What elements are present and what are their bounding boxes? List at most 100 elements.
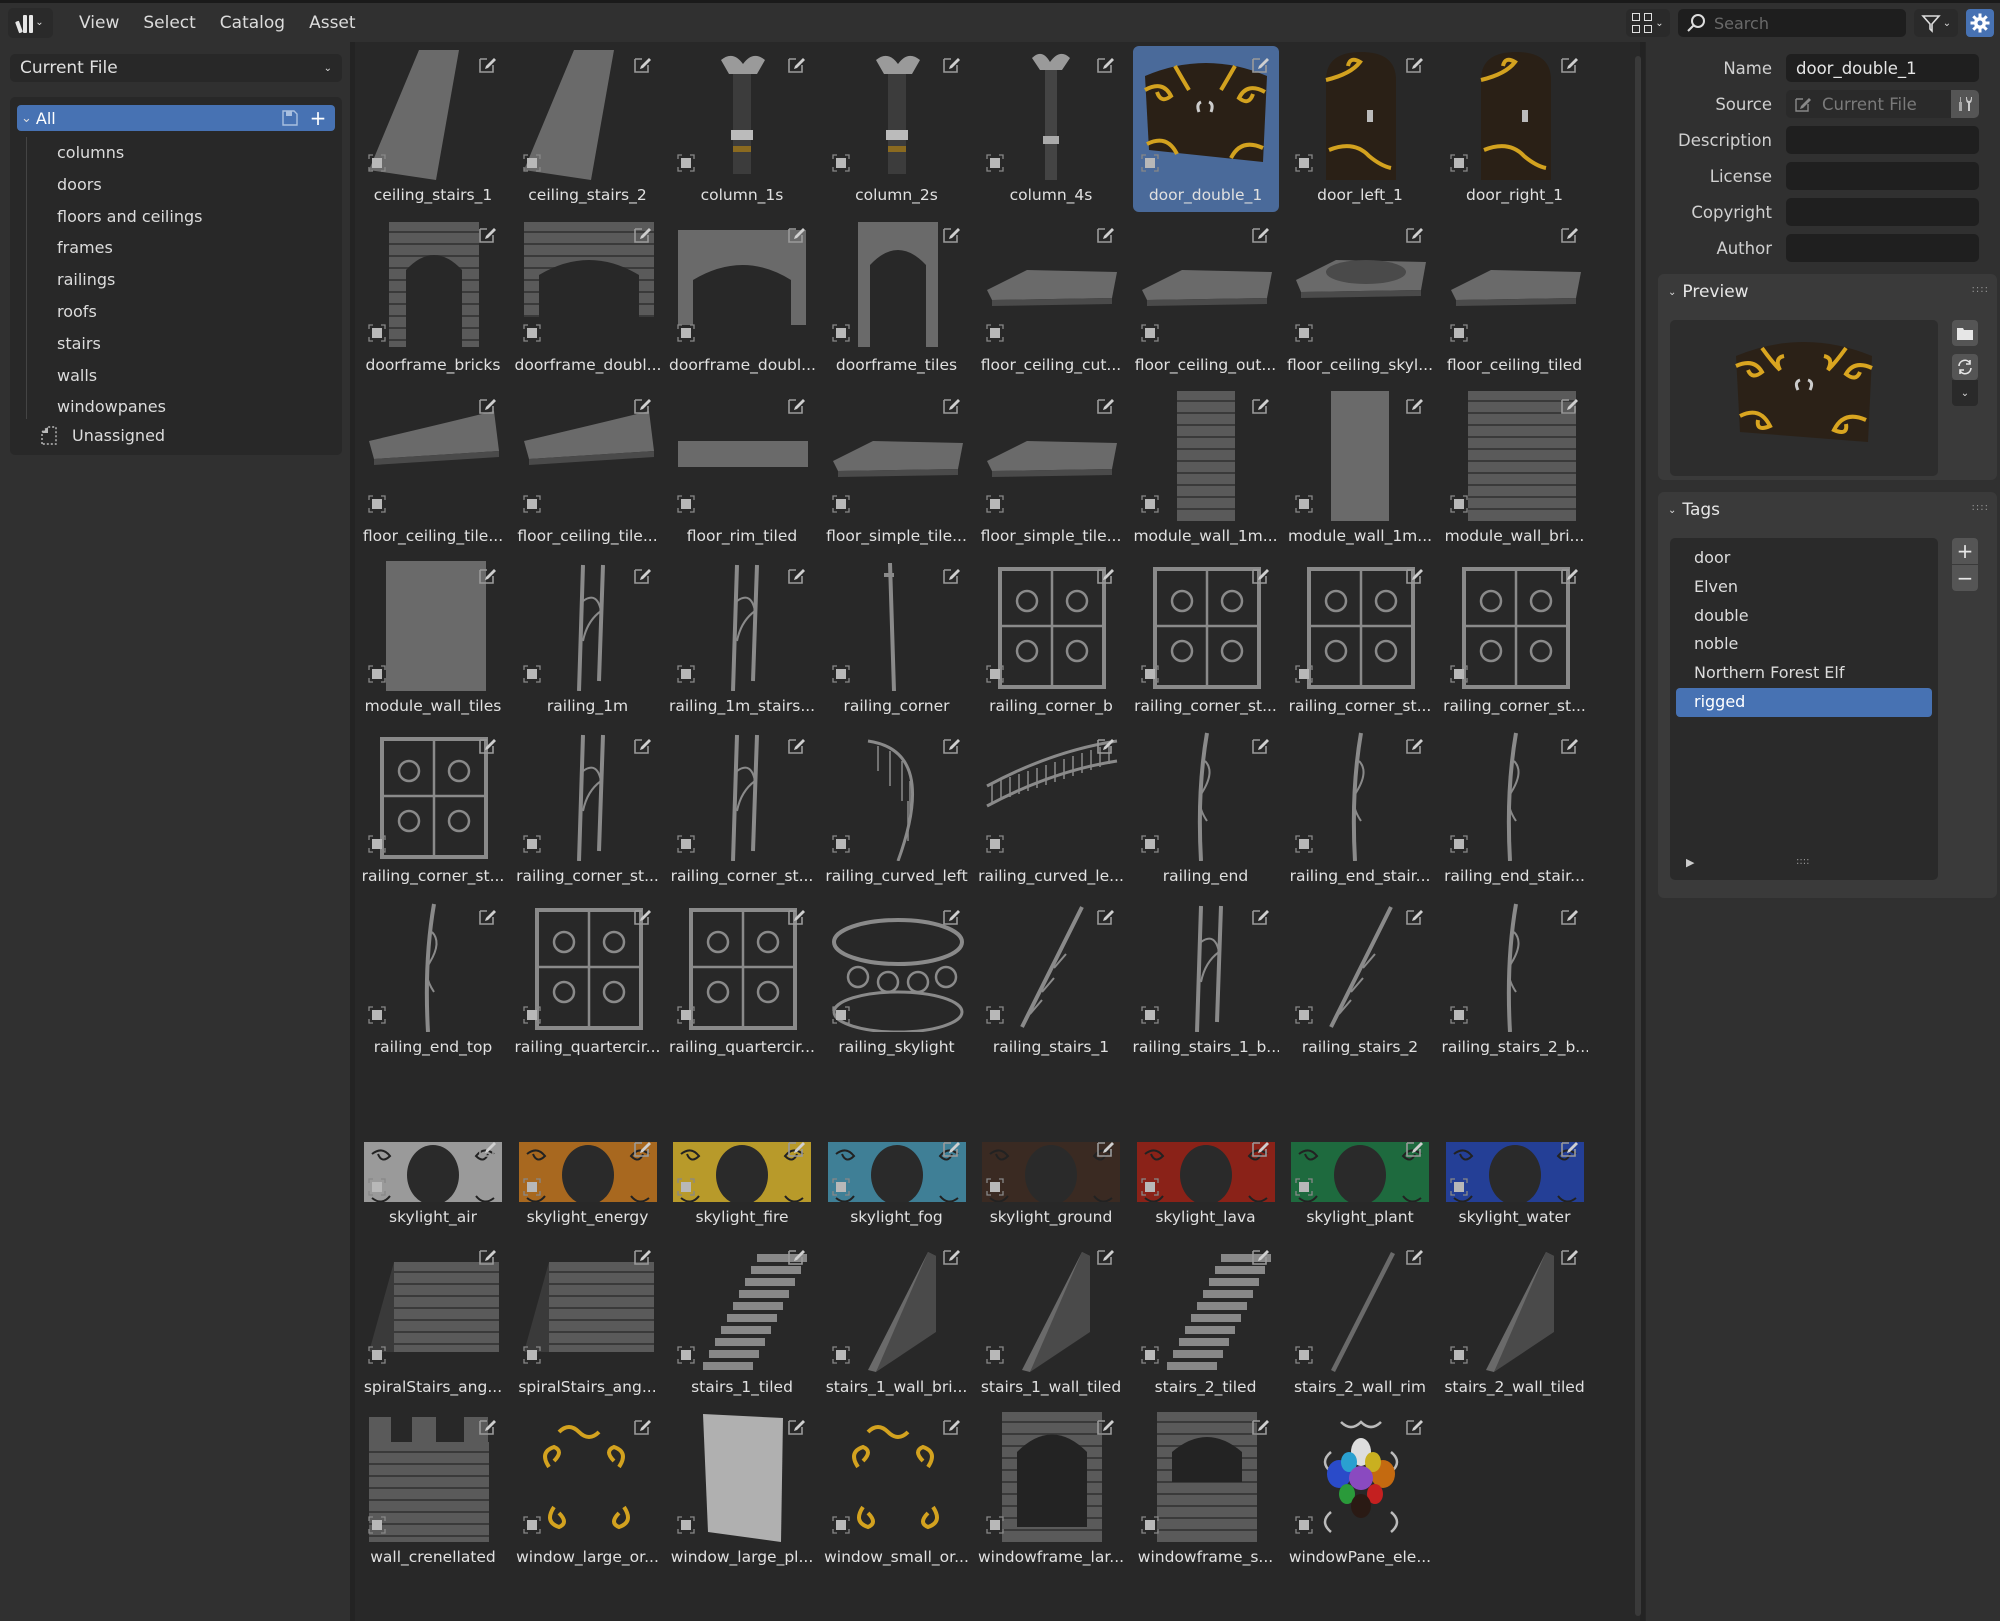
select-checkbox-icon[interactable] bbox=[677, 1178, 695, 1196]
asset-tile[interactable]: door_double_1 bbox=[1132, 46, 1279, 212]
select-checkbox-icon[interactable] bbox=[368, 1346, 386, 1364]
asset-tile[interactable]: railing_stairs_2 bbox=[1287, 898, 1433, 1064]
search-field[interactable] bbox=[1678, 9, 1906, 37]
asset-tile[interactable]: windowframe_lar... bbox=[978, 1408, 1124, 1574]
asset-tile[interactable]: floor_ceiling_cut... bbox=[978, 216, 1124, 382]
catalog-item-columns[interactable]: columns bbox=[27, 137, 342, 169]
asset-tile[interactable]: floor_ceiling_tiled bbox=[1442, 216, 1588, 382]
select-checkbox-icon[interactable] bbox=[677, 1005, 695, 1024]
asset-tile[interactable]: ceiling_stairs_1 bbox=[360, 46, 506, 212]
select-checkbox-icon[interactable] bbox=[831, 154, 850, 172]
select-checkbox-icon[interactable] bbox=[1295, 1005, 1313, 1024]
remove-tag-button[interactable]: − bbox=[1952, 565, 1978, 591]
asset-tile[interactable]: railing_corner_st... bbox=[1442, 557, 1588, 723]
asset-tile[interactable]: railing_corner_st... bbox=[360, 727, 506, 893]
select-checkbox-icon[interactable] bbox=[1449, 154, 1468, 172]
tag-item[interactable]: rigged bbox=[1676, 687, 1932, 717]
menu-view[interactable]: View bbox=[67, 8, 131, 38]
asset-tile[interactable]: floor_ceiling_tile... bbox=[360, 387, 506, 553]
select-checkbox-icon[interactable] bbox=[522, 1178, 541, 1196]
author-field[interactable] bbox=[1786, 234, 1979, 262]
asset-tile[interactable]: column_1s bbox=[669, 46, 815, 212]
select-checkbox-icon[interactable] bbox=[1449, 835, 1468, 853]
select-checkbox-icon[interactable] bbox=[522, 835, 541, 853]
select-checkbox-icon[interactable] bbox=[1449, 1346, 1468, 1364]
select-checkbox-icon[interactable] bbox=[1295, 494, 1313, 513]
asset-tile[interactable]: doorframe_doubl... bbox=[515, 216, 661, 382]
select-checkbox-icon[interactable] bbox=[677, 835, 695, 853]
menu-asset[interactable]: Asset bbox=[297, 8, 367, 38]
asset-tile[interactable]: railing_stairs_2_b... bbox=[1442, 898, 1588, 1064]
copyright-field[interactable] bbox=[1786, 198, 1979, 226]
select-checkbox-icon[interactable] bbox=[986, 1346, 1004, 1364]
select-checkbox-icon[interactable] bbox=[831, 494, 850, 513]
asset-tile[interactable]: skylight_energy bbox=[515, 1068, 661, 1234]
select-checkbox-icon[interactable] bbox=[986, 1516, 1004, 1535]
select-checkbox-icon[interactable] bbox=[1140, 1516, 1159, 1535]
preview-panel-header[interactable]: ⌄ Preview :::: bbox=[1658, 274, 1997, 310]
asset-tile[interactable]: railing_corner bbox=[824, 557, 970, 723]
asset-tile[interactable]: window_large_or... bbox=[515, 1408, 661, 1574]
asset-tile[interactable]: module_wall_tiles bbox=[360, 557, 506, 723]
select-checkbox-icon[interactable] bbox=[677, 665, 695, 683]
select-checkbox-icon[interactable] bbox=[1449, 494, 1468, 513]
select-checkbox-icon[interactable] bbox=[522, 1005, 541, 1024]
asset-tile[interactable]: windowframe_s... bbox=[1133, 1408, 1279, 1574]
editor-type-button[interactable]: ⌄ bbox=[8, 7, 53, 38]
select-checkbox-icon[interactable] bbox=[677, 494, 695, 513]
asset-tile[interactable]: railing_skylight bbox=[824, 898, 970, 1064]
asset-tile[interactable]: doorframe_doubl... bbox=[669, 216, 815, 382]
expand-filter-icon[interactable]: ▶ bbox=[1686, 856, 1694, 869]
asset-tile[interactable]: skylight_fog bbox=[824, 1068, 970, 1234]
asset-tile[interactable]: railing_end_top bbox=[360, 898, 506, 1064]
asset-tile[interactable]: doorframe_bricks bbox=[360, 216, 506, 382]
asset-tile[interactable]: stairs_1_tiled bbox=[669, 1238, 815, 1404]
asset-tile[interactable]: stairs_1_wall_tiled bbox=[978, 1238, 1124, 1404]
select-checkbox-icon[interactable] bbox=[677, 1346, 695, 1364]
select-checkbox-icon[interactable] bbox=[1140, 1005, 1159, 1024]
asset-tile[interactable]: windowPane_ele... bbox=[1287, 1408, 1433, 1574]
catalog-item-roofs[interactable]: roofs bbox=[27, 296, 342, 328]
select-checkbox-icon[interactable] bbox=[986, 665, 1004, 683]
catalog-item-doors[interactable]: doors bbox=[27, 169, 342, 201]
tag-item[interactable]: Elven bbox=[1676, 573, 1932, 602]
wrench-icon[interactable] bbox=[1951, 90, 1979, 118]
select-checkbox-icon[interactable] bbox=[522, 324, 541, 342]
asset-tile[interactable]: module_wall_bri... bbox=[1442, 387, 1588, 553]
menu-catalog[interactable]: Catalog bbox=[208, 8, 297, 38]
asset-tile[interactable]: railing_quartercir... bbox=[669, 898, 815, 1064]
asset-tile[interactable]: railing_curved_le... bbox=[978, 727, 1124, 893]
catalog-all[interactable]: ⌄ All + bbox=[17, 105, 335, 131]
select-checkbox-icon[interactable] bbox=[1295, 324, 1313, 342]
asset-tile[interactable]: stairs_2_wall_rim bbox=[1287, 1238, 1433, 1404]
asset-tile[interactable]: ceiling_stairs_2 bbox=[515, 46, 661, 212]
asset-tile[interactable]: wall_crenellated bbox=[360, 1408, 506, 1574]
select-checkbox-icon[interactable] bbox=[986, 154, 1004, 172]
grid-scrollbar[interactable] bbox=[1635, 56, 1641, 1616]
select-checkbox-icon[interactable] bbox=[1295, 665, 1313, 683]
asset-tile[interactable]: skylight_ground bbox=[978, 1068, 1124, 1234]
select-checkbox-icon[interactable] bbox=[1449, 665, 1468, 683]
select-checkbox-icon[interactable] bbox=[522, 1346, 541, 1364]
asset-tile[interactable]: module_wall_1m... bbox=[1133, 387, 1279, 553]
asset-tile[interactable]: floor_simple_tile... bbox=[978, 387, 1124, 553]
select-checkbox-icon[interactable] bbox=[831, 1516, 850, 1535]
load-preview-button[interactable] bbox=[1952, 320, 1978, 346]
select-checkbox-icon[interactable] bbox=[368, 835, 386, 853]
select-checkbox-icon[interactable] bbox=[368, 324, 386, 342]
asset-tile[interactable]: skylight_plant bbox=[1287, 1068, 1433, 1234]
asset-tile[interactable]: floor_simple_tile... bbox=[824, 387, 970, 553]
catalog-item-railings[interactable]: railings bbox=[27, 264, 342, 296]
tags-panel-header[interactable]: ⌄ Tags :::: bbox=[1658, 492, 1997, 528]
tag-item[interactable]: noble bbox=[1676, 630, 1932, 659]
save-catalogs-icon[interactable] bbox=[279, 109, 301, 127]
search-input[interactable] bbox=[1714, 13, 1894, 33]
asset-tile[interactable]: skylight_fire bbox=[669, 1068, 815, 1234]
select-checkbox-icon[interactable] bbox=[1140, 494, 1159, 513]
catalog-item-walls[interactable]: walls bbox=[27, 360, 342, 392]
select-checkbox-icon[interactable] bbox=[677, 154, 695, 172]
description-field[interactable] bbox=[1786, 126, 1979, 154]
asset-tile[interactable]: floor_rim_tiled bbox=[669, 387, 815, 553]
asset-tile[interactable]: railing_corner_st... bbox=[515, 727, 661, 893]
select-checkbox-icon[interactable] bbox=[368, 494, 386, 513]
